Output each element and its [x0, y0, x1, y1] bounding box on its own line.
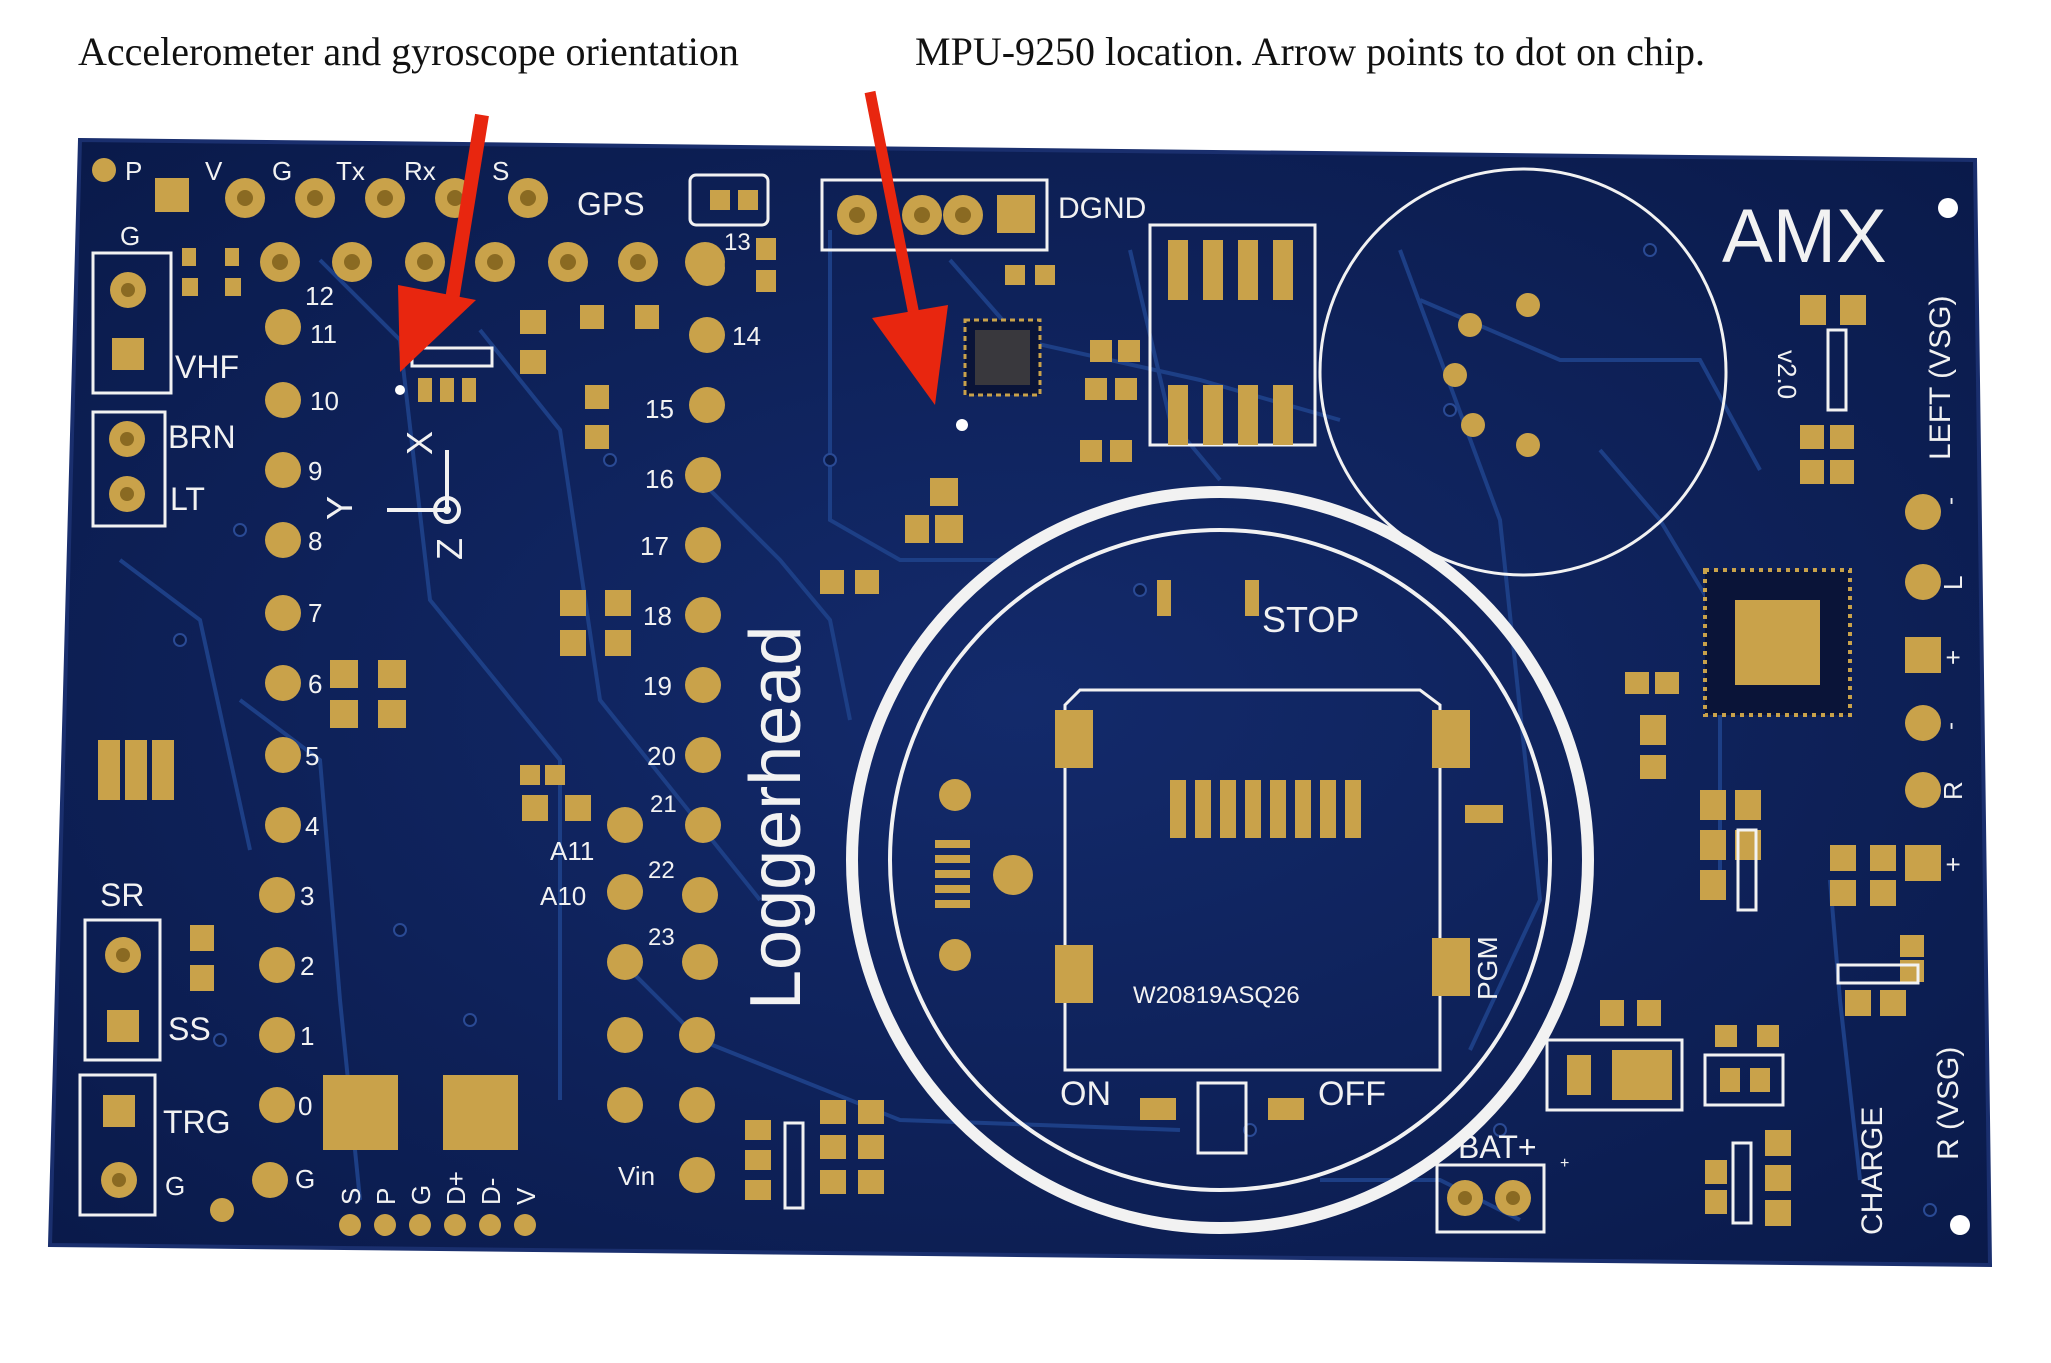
r-vsg-label: R (VSG) — [1932, 1047, 1965, 1160]
label-lt: LT — [170, 481, 205, 517]
label-g-top: G — [120, 221, 140, 251]
header-label-v: V — [205, 156, 223, 186]
label-brn: BRN — [168, 419, 236, 455]
brand-label: AMX — [1722, 194, 1887, 279]
stop-label: STOP — [1262, 599, 1359, 640]
pin-num-15: 15 — [645, 394, 674, 424]
battery-plus-small: + — [1560, 1155, 1569, 1172]
axis-x-label: X — [399, 431, 440, 455]
pin-num-8: 8 — [308, 526, 322, 556]
pin-num-2: 2 — [300, 951, 314, 981]
bottom-header-s: S — [336, 1188, 366, 1205]
pin-num-9: 9 — [308, 456, 322, 486]
header-label-rx: Rx — [404, 156, 436, 186]
off-label: OFF — [1318, 1075, 1386, 1113]
left-vsg-label: LEFT (VSG) — [1924, 296, 1957, 460]
pin-num-3: 3 — [300, 881, 314, 911]
board-name: Loggerhead — [736, 626, 816, 1010]
axis-z-label: Z — [429, 538, 470, 560]
bottom-header-dminus: D- — [476, 1178, 506, 1205]
pin-mark-r: R — [1938, 781, 1968, 800]
label-ss: SS — [168, 1011, 211, 1047]
pin-num-12: 12 — [305, 281, 334, 311]
pin-num-21: 21 — [650, 791, 677, 818]
pin-num-23: 23 — [648, 924, 675, 951]
pin-num-11: 11 — [310, 319, 337, 349]
pin-num-19: 19 — [643, 671, 672, 701]
bottom-header-g: G — [406, 1185, 436, 1205]
pin-num-7: 7 — [308, 598, 322, 628]
analog-a10: A10 — [540, 881, 586, 911]
on-label: ON — [1060, 1075, 1111, 1113]
pin-num-1: 1 — [300, 1021, 314, 1051]
pcb-photo: P V G Tx Rx S GPS G VHF BRN LT SR SS TRG… — [47, 90, 1993, 1268]
charge-label: CHARGE — [1856, 1107, 1889, 1235]
dgnd-label: DGND — [1058, 192, 1146, 225]
label-trg: TRG — [163, 1104, 231, 1140]
label-vhf: VHF — [175, 349, 239, 385]
bottom-header-dplus: D+ — [441, 1171, 471, 1205]
pin-num-10: 10 — [310, 386, 339, 416]
bottom-header-p: P — [371, 1188, 401, 1205]
mount-hole-bottom-left — [210, 1198, 234, 1222]
mount-hole-bottom-right — [1950, 1215, 1970, 1235]
gps-label: GPS — [577, 186, 645, 222]
battery-minus-label: - — [1436, 1134, 1446, 1167]
pin-num-17: 17 — [640, 531, 669, 561]
pin-num-4: 4 — [305, 811, 319, 841]
label-sr: SR — [100, 877, 144, 913]
header-label-tx: Tx — [336, 156, 365, 186]
pin-num-16: 16 — [645, 464, 674, 494]
pin-num-5: 5 — [305, 741, 319, 771]
bottom-header-v: V — [511, 1187, 541, 1205]
pgm-label: PGM — [1472, 936, 1503, 1000]
header-label-s: S — [492, 156, 509, 186]
pin-num-22: 22 — [648, 857, 675, 884]
axis-y-label: Y — [319, 496, 360, 520]
header-label-g: G — [272, 156, 292, 186]
pin-num-g: G — [295, 1164, 315, 1194]
analog-a11: A11 — [550, 836, 594, 866]
sd-code-label: W20819ASQ26 — [1133, 982, 1300, 1009]
mount-hole-top-right — [1938, 198, 1958, 218]
header-label-p: P — [125, 156, 142, 186]
pin-num-vin: Vin — [618, 1161, 655, 1191]
pin-num-20: 20 — [647, 741, 676, 771]
pin-mark-plus-1: + — [1938, 650, 1968, 665]
pin-num-18: 18 — [643, 601, 672, 631]
label-g-bottom: G — [165, 1171, 185, 1201]
pin-mark-minus-2: - — [1937, 722, 1964, 730]
pin-mark-minus-1: - — [1937, 497, 1964, 505]
pin-num-6: 6 — [308, 669, 322, 699]
version-label: v2.0 — [1772, 350, 1802, 399]
pin-num-13: 13 — [724, 229, 751, 256]
pin-num-0: 0 — [298, 1091, 312, 1121]
pin-num-14: 14 — [732, 321, 761, 351]
mount-hole-top-left — [92, 158, 116, 182]
pin-mark-plus-2: + — [1938, 857, 1968, 872]
pin-mark-l: L — [1938, 576, 1968, 590]
battery-label: BAT+ — [1458, 1129, 1537, 1165]
